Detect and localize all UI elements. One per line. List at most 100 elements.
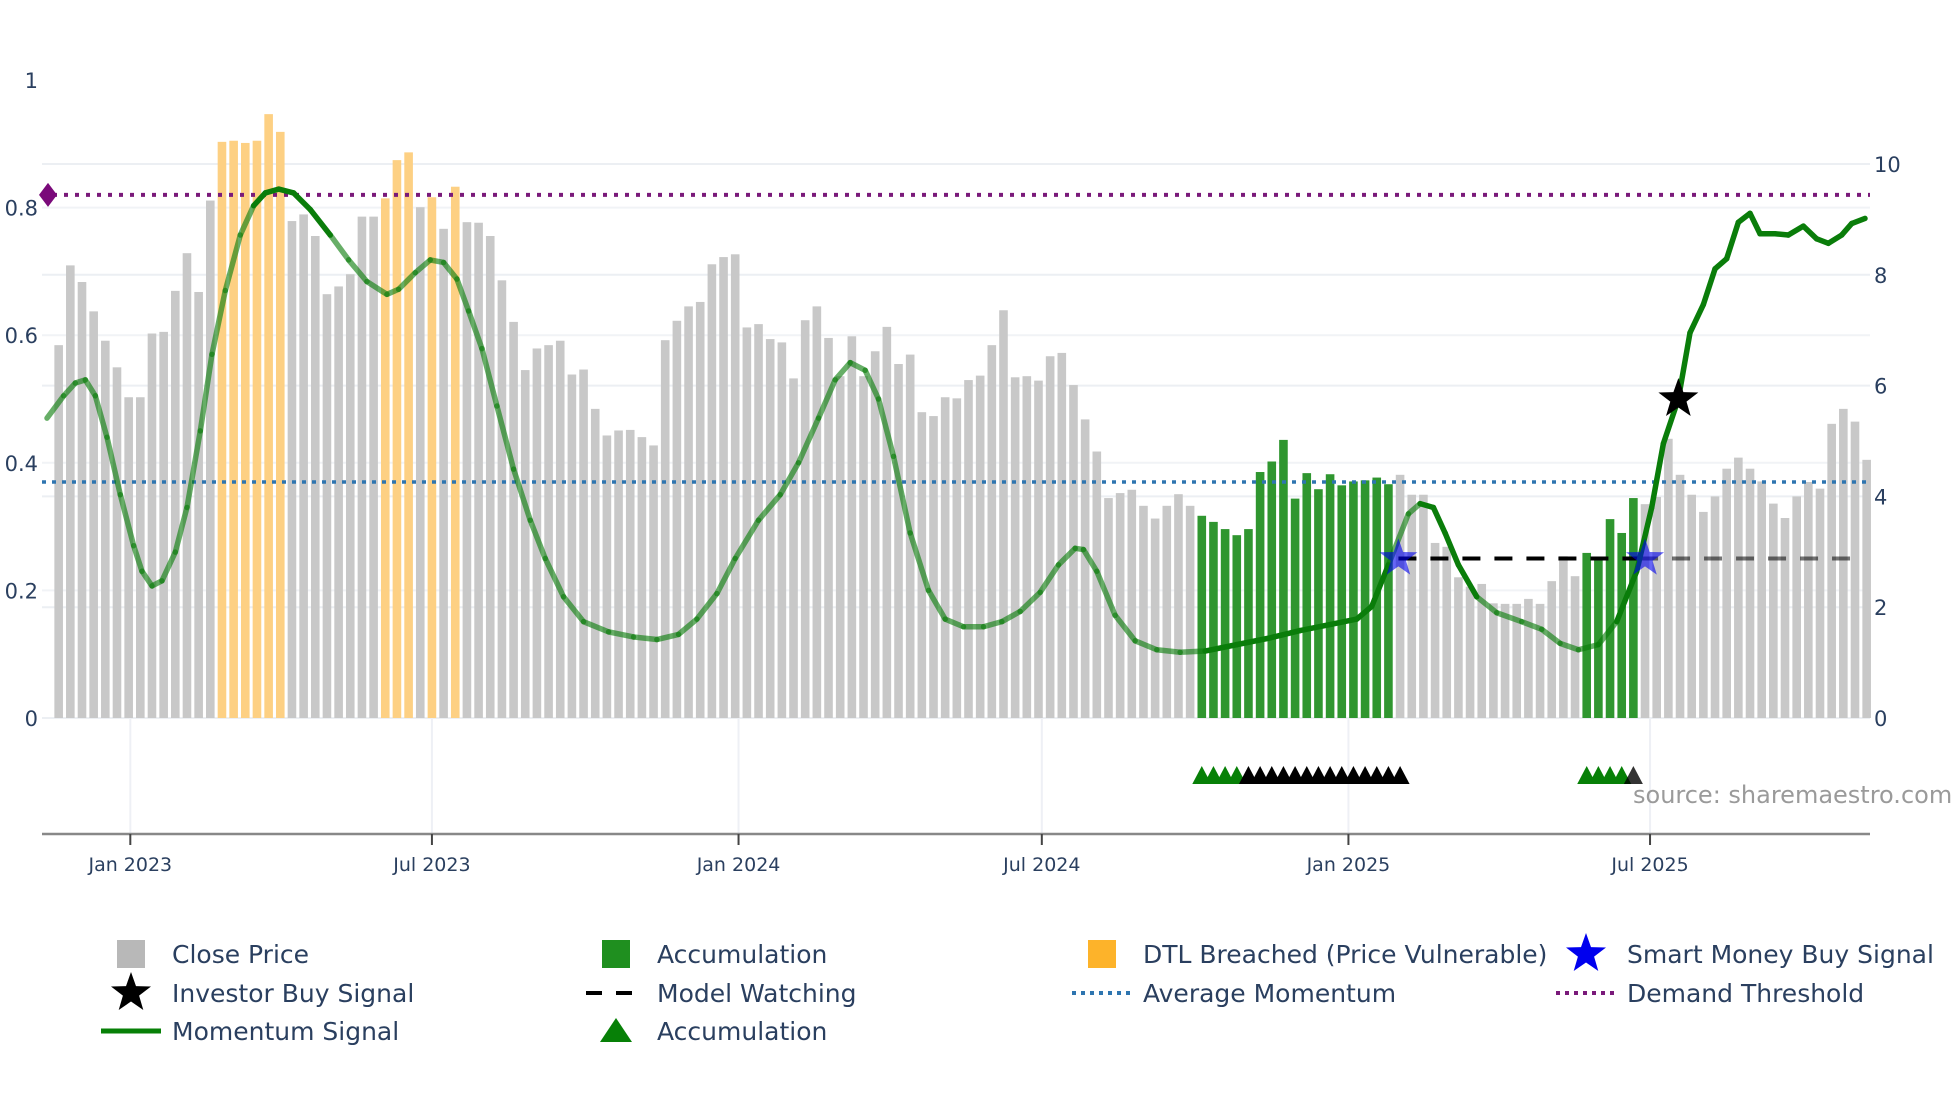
watching-triangle-icon: [1390, 766, 1410, 784]
close-price-bar: [1850, 421, 1860, 718]
accumulation-bar: [1360, 480, 1370, 718]
close-price-bar: [1745, 468, 1755, 718]
close-price-bar: [1185, 505, 1195, 718]
close-price-bar: [812, 306, 822, 718]
legend-label: Investor Buy Signal: [172, 979, 414, 1008]
close-price-bar: [777, 342, 787, 718]
accumulation-bar: [1325, 474, 1335, 718]
legend-label: Average Momentum: [1143, 979, 1396, 1008]
close-price-bar: [859, 376, 868, 718]
close-price-bar: [1465, 586, 1475, 718]
close-price-bar: [835, 376, 845, 718]
accumulation-bar: [1290, 498, 1300, 718]
close-price-bar: [882, 326, 892, 718]
close-price-bar: [1115, 493, 1125, 718]
legend-label: Accumulation: [657, 1017, 827, 1046]
close-price-bar: [1862, 459, 1871, 718]
investor-buy-star-icon: [1658, 378, 1699, 416]
close-price-bar: [987, 345, 997, 718]
accumulation-bar: [1232, 535, 1242, 718]
close-price-bar: [1535, 603, 1545, 718]
black-star-icon: [111, 972, 151, 1010]
close-price-bar: [1792, 496, 1801, 718]
y-right-tick-label: 6: [1874, 375, 1887, 399]
y-right-tick-label: 0: [1874, 707, 1887, 731]
dtl-breached-bar: [427, 197, 437, 719]
close-price-bar: [77, 282, 87, 718]
close-price-bar: [579, 369, 588, 718]
accumulation-bar: [1384, 484, 1393, 718]
momentum-signal-segment: [1800, 223, 1820, 242]
close-price-bar: [602, 435, 612, 718]
accumulation-bar: [1582, 552, 1592, 718]
legend-item: Demand Threshold: [1556, 979, 1864, 1008]
close-price-bar: [672, 320, 682, 718]
gray-square-icon: [117, 940, 145, 968]
close-price-bar: [730, 254, 740, 718]
close-price-bar: [707, 264, 717, 718]
dtl-breached-bar: [217, 141, 227, 719]
y-right-tick-label: 4: [1874, 485, 1887, 509]
legend-item: Accumulation: [600, 1017, 827, 1046]
y-left-tick-label: 0: [25, 707, 38, 731]
close-price-bar: [497, 280, 507, 718]
close-price-bar: [1827, 423, 1836, 718]
close-price-bar: [439, 228, 448, 718]
y-left-tick-label: 0.6: [5, 324, 38, 348]
close-price-bar: [1150, 518, 1160, 718]
y-right-tick-label: 10: [1874, 153, 1901, 177]
close-price-bar: [357, 216, 367, 718]
accumulation-bar: [1244, 529, 1253, 718]
close-price-bar: [299, 214, 308, 718]
close-price-bar: [474, 222, 483, 718]
accumulation-bar: [1337, 485, 1347, 718]
close-price-bar: [555, 340, 565, 718]
close-price-bar: [112, 367, 122, 718]
close-price-bar: [952, 398, 962, 718]
close-price-bar: [637, 437, 647, 718]
legend-label: Smart Money Buy Signal: [1627, 940, 1934, 969]
close-price-bar: [287, 221, 297, 718]
close-price-bar: [1139, 505, 1148, 718]
close-price-bar: [1080, 419, 1090, 718]
x-tick-label: Jan 2025: [1306, 854, 1391, 876]
close-price-bar: [964, 380, 973, 718]
momentum-signal-segment: [1177, 648, 1208, 656]
close-price-bar: [1804, 481, 1813, 718]
close-price-bar: [1419, 494, 1428, 718]
close-price-bar: [206, 200, 215, 719]
dtl-breached-bar: [264, 114, 273, 718]
close-price-bar: [1687, 494, 1696, 718]
momentum-signal-segment: [1747, 210, 1763, 237]
momentum-signal-segment: [307, 206, 334, 238]
accumulation-bar: [1209, 521, 1218, 718]
close-price-bar: [1500, 603, 1510, 718]
close-price-bar: [1489, 603, 1498, 718]
close-price-bar: [1524, 598, 1533, 718]
close-price-bar: [1430, 542, 1440, 718]
accumulation-bar: [1617, 532, 1627, 718]
close-price-bar: [929, 416, 938, 718]
close-price-bar: [1769, 503, 1778, 718]
legend-item: Average Momentum: [1072, 979, 1396, 1008]
close-price-bar: [194, 291, 203, 718]
accumulation-bar: [1302, 473, 1312, 718]
close-price-bar: [1699, 511, 1708, 718]
source-note: source: sharemaestro.com: [1633, 781, 1952, 809]
momentum-signal-segment: [1430, 504, 1448, 536]
momentum-signal-segment: [1687, 301, 1707, 336]
close-price-bar: [1045, 356, 1055, 718]
close-price-bar: [334, 286, 343, 718]
close-price-bar: [369, 216, 378, 718]
legend-label: DTL Breached (Price Vulnerable): [1143, 940, 1547, 969]
close-price-bar: [1034, 380, 1043, 718]
accumulation-bar: [1314, 489, 1323, 718]
blue-star-icon: [1566, 933, 1606, 971]
close-price-bar: [322, 294, 332, 718]
legend-item: Smart Money Buy Signal: [1566, 933, 1934, 971]
close-price-bar: [789, 378, 798, 718]
close-price-bar: [1010, 377, 1020, 718]
close-price-bar: [1757, 481, 1766, 718]
close-price-bar: [1675, 474, 1685, 718]
dtl-breached-bar: [392, 160, 402, 718]
